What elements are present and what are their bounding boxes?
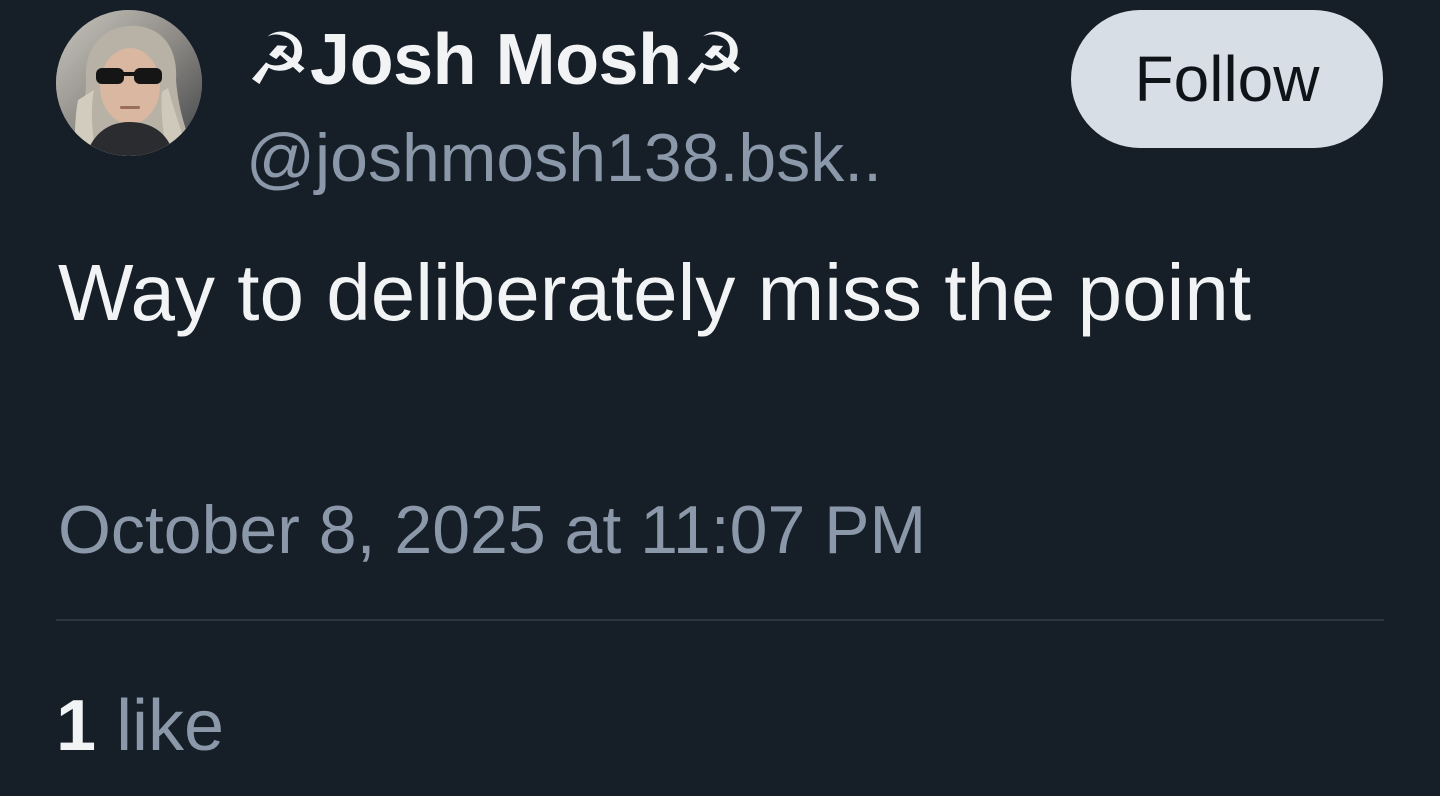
post-timestamp: October 8, 2025 at 11:07 PM	[58, 492, 927, 568]
like-label: like	[116, 686, 225, 766]
divider	[56, 619, 1384, 621]
likes-count-link[interactable]: 1 like	[56, 684, 224, 768]
avatar-photo-icon	[56, 10, 202, 156]
like-count: 1	[56, 686, 97, 766]
post-detail: ☭Josh Mosh☭ @joshmosh138.bsk.. Follow Wa…	[0, 0, 1440, 796]
post-text: Way to deliberately miss the point	[58, 248, 1252, 337]
author-display-name[interactable]: ☭Josh Mosh☭	[246, 18, 746, 102]
avatar[interactable]	[56, 10, 202, 156]
follow-button[interactable]: Follow	[1071, 10, 1383, 148]
author-handle[interactable]: @joshmosh138.bsk..	[246, 118, 882, 198]
